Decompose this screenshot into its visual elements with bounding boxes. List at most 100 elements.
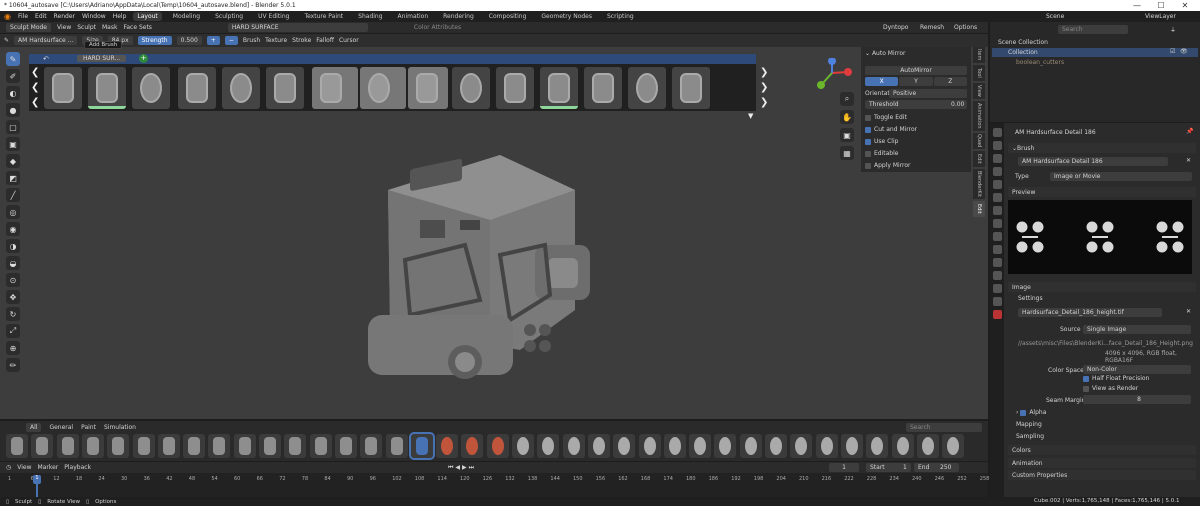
shelf-brush-item[interactable]: [6, 434, 28, 458]
checkbox-visible-icon[interactable]: ☑: [1170, 48, 1175, 55]
tab-blenderkit[interactable]: BlenderKit: [973, 169, 985, 199]
menu-edit[interactable]: Edit: [35, 13, 47, 20]
modifiers-tab-icon[interactable]: [992, 232, 1002, 241]
start-frame-field[interactable]: 1: [903, 464, 907, 471]
cloth-filter-tool-icon[interactable]: ◉: [6, 222, 20, 236]
filepath-field[interactable]: //assets\misc\Files\BlenderKi...face_Det…: [1018, 340, 1193, 347]
particles-tab-icon[interactable]: [992, 245, 1002, 254]
end-frame-field[interactable]: 250: [940, 464, 951, 471]
tab-quad[interactable]: Quad: [973, 133, 985, 149]
plus-icon[interactable]: +: [206, 36, 220, 45]
mode-selector[interactable]: Sculpt Mode: [6, 23, 51, 32]
shelf-brush-item[interactable]: [81, 434, 104, 458]
strip-right-arrow-icon-3[interactable]: ❯: [760, 97, 768, 108]
workspace-tab-shading[interactable]: Shading: [354, 12, 386, 21]
shelf-brush-item[interactable]: [309, 434, 332, 458]
transform-tool-icon[interactable]: ⊕: [6, 341, 20, 355]
shelf-brush-item[interactable]: [916, 434, 939, 458]
cursor-menu[interactable]: Cursor: [339, 37, 359, 44]
shelf-brush-item[interactable]: [512, 434, 534, 458]
minimize-button[interactable]: —: [1126, 0, 1148, 11]
mask-by-color-tool-icon[interactable]: ⊙: [6, 273, 20, 287]
shelf-brush-item[interactable]: [157, 434, 180, 458]
brush-thumbnail[interactable]: [584, 67, 622, 109]
brush-thumbnail[interactable]: [540, 67, 578, 109]
sculpt-model[interactable]: [360, 150, 610, 385]
workspace-tab-uv-editing[interactable]: UV Editing: [254, 12, 293, 21]
brush-thumbnail-selected[interactable]: [312, 67, 358, 109]
texture-menu[interactable]: Texture: [265, 37, 287, 44]
half-float-option[interactable]: Half Float Precision: [1083, 375, 1149, 382]
brush-selector[interactable]: AM Hardsurface ...: [14, 36, 78, 45]
shelf-tab-all[interactable]: All: [26, 423, 42, 432]
checkbox[interactable]: [1083, 385, 1089, 392]
menu-file[interactable]: File: [18, 13, 28, 20]
brush-thumbnail[interactable]: [222, 67, 260, 109]
threshold-field[interactable]: 0.00: [951, 101, 964, 108]
tab-tool[interactable]: Tool: [973, 65, 985, 81]
brush-menu[interactable]: Brush: [243, 37, 260, 44]
view-layer-tab-icon[interactable]: [992, 167, 1002, 176]
brush-section-header[interactable]: ⌄ Brush: [1008, 143, 1196, 153]
shelf-brush-item[interactable]: [334, 434, 357, 458]
tab-view[interactable]: View: [973, 83, 985, 99]
animation-section-header[interactable]: Animation: [1008, 458, 1196, 468]
outliner-item-collection[interactable]: Collection: [1008, 49, 1038, 56]
shelf-brush-item[interactable]: [461, 434, 484, 458]
shelf-brush-item[interactable]: [31, 434, 54, 458]
stroke-menu[interactable]: Stroke: [292, 37, 311, 44]
shelf-tab-general[interactable]: General: [49, 424, 73, 431]
shelf-brush-item[interactable]: [56, 434, 79, 458]
data-tab-icon[interactable]: [992, 284, 1002, 293]
shelf-brush-item[interactable]: [638, 434, 661, 458]
close-button[interactable]: ✕: [1174, 0, 1196, 11]
playback-controls-icon[interactable]: ⏮◀▶⏭: [448, 464, 476, 472]
strip-expand-icon[interactable]: ▼: [748, 112, 753, 120]
shelf-brush-item[interactable]: [866, 434, 889, 458]
shelf-brush-item[interactable]: [385, 434, 408, 458]
shelf-brush-item[interactable]: [891, 434, 914, 458]
falloff-menu[interactable]: Falloff: [316, 37, 334, 44]
shelf-brush-item[interactable]: [765, 434, 787, 458]
shelf-brush-item[interactable]: [587, 434, 610, 458]
checkbox[interactable]: [865, 138, 871, 145]
strip-left-arrow-icon[interactable]: ❮: [31, 67, 39, 78]
scale-tool-icon[interactable]: ⤢: [6, 324, 20, 338]
tab-edit[interactable]: Edit: [973, 151, 985, 167]
collection-tab-icon[interactable]: [992, 206, 1002, 215]
tool-tab-icon[interactable]: [992, 128, 1002, 137]
timeline-track[interactable]: 1612182430364248546066727884909610210811…: [0, 473, 989, 497]
brush-search-input[interactable]: HARD SURFACE: [227, 23, 368, 32]
strength-field[interactable]: 0.500: [176, 36, 202, 45]
pin-icon[interactable]: 📌: [1186, 128, 1193, 135]
view-as-render-option[interactable]: View as Render: [1083, 385, 1138, 392]
brush-thumbnail[interactable]: [178, 67, 216, 109]
outliner-item-boolean-cutters[interactable]: boolean_cutters: [1016, 59, 1064, 66]
back-arrow-icon[interactable]: ↶: [43, 55, 49, 63]
maximize-button[interactable]: ☐: [1150, 0, 1172, 11]
strip-left-arrow-icon-3[interactable]: ❮: [31, 97, 39, 108]
shelf-search-input[interactable]: Search: [906, 423, 982, 432]
sampling-subsection[interactable]: Sampling: [1016, 433, 1044, 440]
workspace-tab-sculpting[interactable]: Sculpting: [211, 12, 247, 21]
checkbox[interactable]: [865, 114, 871, 121]
tab-edit-active[interactable]: Edit: [973, 201, 985, 217]
menu-face-sets[interactable]: Face Sets: [123, 24, 151, 31]
shelf-brush-item[interactable]: [183, 434, 206, 458]
constraints-tab-icon[interactable]: [992, 271, 1002, 280]
axis-y-button[interactable]: Y: [899, 77, 933, 86]
remesh-menu[interactable]: Remesh: [920, 24, 944, 31]
color-space-dropdown[interactable]: Non-Color: [1083, 365, 1191, 374]
draw-sharp-tool-icon[interactable]: ✐: [6, 69, 20, 83]
brush-thumbnail-selected[interactable]: [408, 67, 448, 109]
workspace-tab-geometry-nodes[interactable]: Geometry Nodes: [537, 12, 596, 21]
axis-x-button[interactable]: X: [865, 77, 899, 86]
timeline-view-menu[interactable]: View: [17, 464, 31, 471]
object-tab-icon[interactable]: [992, 219, 1002, 228]
shelf-brush-item[interactable]: [107, 434, 130, 458]
shelf-brush-item[interactable]: [663, 434, 686, 458]
shelf-brush-item[interactable]: [408, 432, 435, 460]
brush-thumbnail[interactable]: [672, 67, 710, 109]
image-name-field[interactable]: Hardsurface_Detail_186_height.tif: [1018, 308, 1162, 317]
workspace-tab-animation[interactable]: Animation: [394, 12, 433, 21]
